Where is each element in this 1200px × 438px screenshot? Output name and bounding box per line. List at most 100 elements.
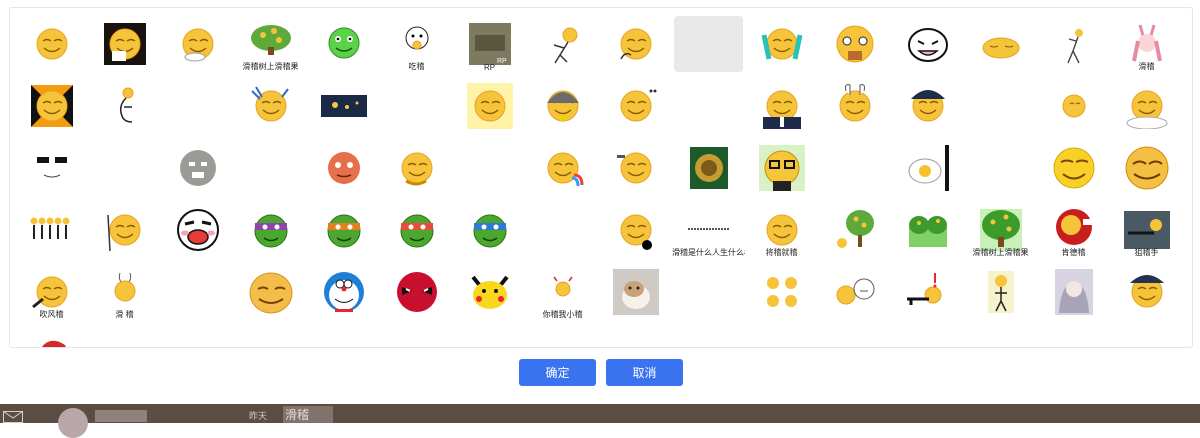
avatar[interactable] bbox=[58, 408, 88, 438]
emoji-ninja-turtle-blue[interactable] bbox=[453, 199, 526, 261]
emoji-smiley-small[interactable] bbox=[1037, 75, 1110, 137]
emoji-blank[interactable] bbox=[234, 137, 307, 199]
emoji-pikachu-smiley[interactable] bbox=[453, 261, 526, 323]
emoji-smiley-tree[interactable] bbox=[818, 199, 891, 261]
message-preview[interactable]: 滑稽 bbox=[283, 406, 333, 423]
ninja-turtle-orange-icon bbox=[327, 214, 360, 248]
emoji-caption: 滑稽树上滑稽果 bbox=[972, 248, 1029, 257]
emoji-santa-hat[interactable] bbox=[15, 323, 88, 347]
emoji-smiley-dots[interactable] bbox=[599, 75, 672, 137]
emoji-gun-man[interactable] bbox=[891, 261, 964, 323]
emoji-eat-mushroom[interactable]: 吃稽 bbox=[380, 13, 453, 75]
emoji-smiley-hand[interactable] bbox=[599, 199, 672, 261]
emoji-nerd-glasses[interactable] bbox=[745, 137, 818, 199]
ninja-turtle-blue-icon bbox=[473, 214, 506, 248]
emoji-glowing-smiley[interactable] bbox=[453, 75, 526, 137]
emoji-smiley[interactable] bbox=[15, 13, 88, 75]
emoji-text-strip[interactable]: 滑稽是什么人生什么样 bbox=[672, 199, 745, 261]
emoji-fat-smiley[interactable] bbox=[599, 137, 672, 199]
emoji-smiley-talk[interactable] bbox=[818, 261, 891, 323]
emoji-thinker[interactable] bbox=[88, 75, 161, 137]
mail-icon[interactable] bbox=[3, 411, 23, 423]
emoji-stick-walker[interactable] bbox=[1037, 13, 1110, 75]
emoji-deadpool-smiley[interactable] bbox=[380, 261, 453, 323]
emoji-hover-blank[interactable] bbox=[672, 13, 745, 75]
emoji-bunny-ears-smiley[interactable] bbox=[818, 75, 891, 137]
emoji-helmet-smiley[interactable] bbox=[526, 75, 599, 137]
blob-smiley-icon bbox=[249, 272, 292, 314]
emoji-stick-smiley[interactable] bbox=[526, 13, 599, 75]
emoji-blank[interactable] bbox=[161, 75, 234, 137]
emoji-money-tree-green[interactable]: 滑稽树上滑稽果 bbox=[964, 199, 1037, 261]
emoji-grinning-smiley[interactable] bbox=[1110, 137, 1183, 199]
emoji-golden-box[interactable] bbox=[672, 137, 745, 199]
emoji-white-rabbit-face[interactable] bbox=[891, 13, 964, 75]
emoji-sunglasses-face[interactable] bbox=[15, 137, 88, 199]
cloud-smiley-icon bbox=[1126, 90, 1167, 129]
emoji-smiley-group[interactable] bbox=[745, 261, 818, 323]
emoji-cap-smiley-2[interactable] bbox=[1110, 261, 1183, 323]
emoji-blob-smiley[interactable] bbox=[234, 261, 307, 323]
emoji-rp-photo[interactable]: RP RP bbox=[453, 13, 526, 75]
emoji-thinking-smiley[interactable] bbox=[380, 137, 453, 199]
emoji-pout-smiley[interactable] bbox=[88, 199, 161, 261]
emoji-smiley-cup-dark[interactable] bbox=[88, 13, 161, 75]
emoji-smiley-row-mini[interactable] bbox=[15, 199, 88, 261]
emoji-small-smiley[interactable] bbox=[88, 323, 161, 347]
emoji-caption: 滑稽是什么人生什么样 bbox=[672, 248, 745, 257]
emoji-money-tree-caption[interactable]: 滑稽树上滑稽果 bbox=[234, 13, 307, 75]
emoji-rainbow-smiley[interactable] bbox=[526, 137, 599, 199]
emoji-anime-girl[interactable] bbox=[1037, 261, 1110, 323]
bunny-ears-smiley-icon bbox=[839, 84, 870, 122]
emoji-stone-face[interactable] bbox=[161, 137, 234, 199]
emoji-ninja-turtle-orange[interactable] bbox=[307, 199, 380, 261]
emoji-blank[interactable] bbox=[453, 137, 526, 199]
emoji-bunny-girl[interactable]: 滑稽 bbox=[1110, 13, 1183, 75]
emoji-green-frog[interactable] bbox=[307, 13, 380, 75]
emoji-blank[interactable] bbox=[964, 137, 1037, 199]
cancel-button[interactable]: 取消 bbox=[606, 359, 683, 386]
emoji-blank[interactable] bbox=[672, 261, 745, 323]
emoji-suit-smiley[interactable] bbox=[745, 75, 818, 137]
emoji-bunny-ear-small[interactable]: 滑 稽 bbox=[88, 261, 161, 323]
emoji-stick-figure[interactable] bbox=[964, 261, 1037, 323]
smiley-bowl-icon bbox=[182, 28, 213, 62]
emoji-smiley-rainbow[interactable] bbox=[234, 75, 307, 137]
emoji-laughing-face[interactable] bbox=[161, 199, 234, 261]
emoji-cloud-smiley[interactable] bbox=[1110, 75, 1183, 137]
emoji-sleeping-smiley[interactable] bbox=[964, 13, 1037, 75]
emoji-doraemon-smiley[interactable] bbox=[307, 261, 380, 323]
emoji-miku-smiley[interactable] bbox=[745, 13, 818, 75]
emoji-blank[interactable] bbox=[380, 75, 453, 137]
emoji-red-face[interactable] bbox=[307, 137, 380, 199]
emoji-angry-smiley[interactable] bbox=[818, 13, 891, 75]
emoji-gun-smiley[interactable]: 狙稽手 bbox=[1110, 199, 1183, 261]
laughing-face-icon bbox=[176, 209, 219, 251]
emoji-big-yellow-smiley[interactable] bbox=[1037, 137, 1110, 199]
emoji-mic-smiley[interactable]: 吹风稽 bbox=[15, 261, 88, 323]
emoji-blank[interactable] bbox=[161, 261, 234, 323]
emoji-dark-photo[interactable] bbox=[307, 75, 380, 137]
emoji-captioned-smiley[interactable]: 将稽就稽 bbox=[745, 199, 818, 261]
emoji-ninja-turtle-red[interactable] bbox=[380, 199, 453, 261]
emoji-ninja-turtle-purple[interactable] bbox=[234, 199, 307, 261]
emoji-smiley-arm[interactable] bbox=[599, 13, 672, 75]
emoji-cap-smiley[interactable] bbox=[891, 75, 964, 137]
smiley-orange-bg-icon bbox=[30, 85, 73, 127]
emoji-egg-smiley[interactable] bbox=[891, 137, 964, 199]
emoji-caption: 滑稽树上滑稽果 bbox=[242, 62, 299, 71]
emoji-smiley-orange-bg[interactable] bbox=[15, 75, 88, 137]
emoji-blank[interactable] bbox=[88, 137, 161, 199]
emoji-dog-photo[interactable] bbox=[599, 261, 672, 323]
doraemon-smiley-icon bbox=[323, 272, 364, 312]
emoji-kfc-smiley[interactable]: 肯德稽 bbox=[1037, 199, 1110, 261]
confirm-button[interactable]: 确定 bbox=[519, 359, 596, 386]
emoji-blank[interactable] bbox=[818, 137, 891, 199]
smiley-group-icon bbox=[766, 277, 797, 307]
emoji-smiley-bowl[interactable] bbox=[161, 13, 234, 75]
emoji-small-caption[interactable]: 你稽我小稽 bbox=[526, 261, 599, 323]
emoji-blank[interactable] bbox=[964, 75, 1037, 137]
emoji-blank[interactable] bbox=[672, 75, 745, 137]
emoji-blank[interactable] bbox=[526, 199, 599, 261]
emoji-smiley-forest[interactable] bbox=[891, 199, 964, 261]
